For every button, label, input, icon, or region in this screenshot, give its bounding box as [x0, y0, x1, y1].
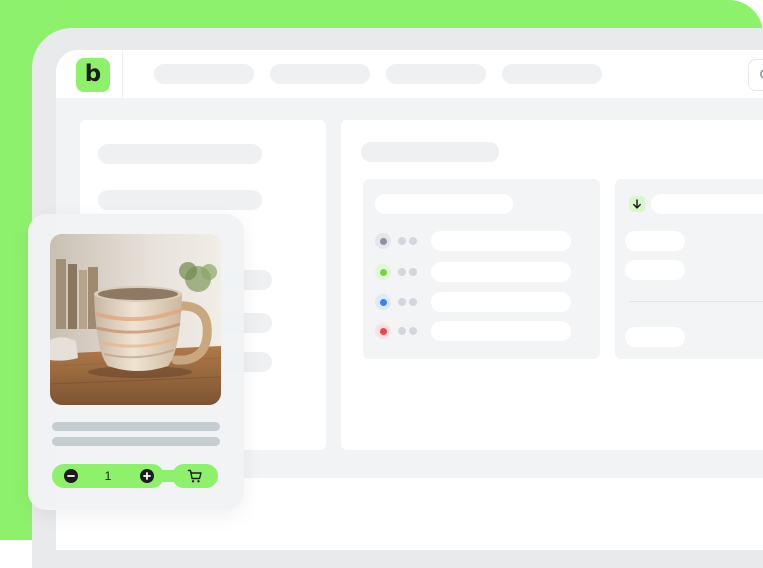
- panel-title: [361, 142, 499, 162]
- meta-dot: [409, 298, 417, 306]
- logo-divider: [122, 50, 123, 98]
- product-image: [50, 234, 221, 405]
- meta-dot: [398, 268, 406, 276]
- mug-illustration: [50, 234, 221, 405]
- status-dot: [379, 268, 387, 276]
- details-card: [615, 179, 763, 359]
- meta-dot: [409, 327, 417, 335]
- detail-tag: [625, 260, 685, 280]
- status-dot: [379, 327, 387, 335]
- main-panel: [341, 120, 763, 450]
- nav-item-3[interactable]: [386, 64, 486, 84]
- status-indicator: [375, 233, 391, 249]
- brand-logo[interactable]: b: [76, 58, 110, 92]
- status-indicator: [375, 264, 391, 280]
- search-button[interactable]: [748, 59, 763, 91]
- status-indicator: [375, 323, 391, 339]
- brand-logo-letter: b: [84, 60, 102, 87]
- top-bar: b: [56, 50, 763, 99]
- meta-dot: [409, 237, 417, 245]
- nav-item-4[interactable]: [502, 64, 602, 84]
- meta-dot: [398, 298, 406, 306]
- divider: [629, 301, 763, 302]
- increment-button[interactable]: [140, 469, 154, 483]
- sidebar-item[interactable]: [98, 144, 262, 164]
- detail-tag: [625, 327, 685, 347]
- list-item[interactable]: [375, 231, 575, 251]
- status-dot: [379, 237, 387, 245]
- product-title-line: [52, 422, 220, 431]
- list-item[interactable]: [375, 262, 575, 282]
- list-item[interactable]: [375, 321, 575, 341]
- quantity-value: 1: [104, 469, 112, 483]
- quantity-stepper: 1: [52, 464, 164, 488]
- product-card: 1: [28, 214, 244, 510]
- list-item-label: [431, 231, 571, 251]
- status-indicator: [375, 294, 391, 310]
- list-item-label: [431, 292, 571, 312]
- list-item-label: [431, 321, 571, 341]
- details-header: [651, 194, 763, 214]
- search-icon: [760, 69, 763, 79]
- meta-dot: [398, 327, 406, 335]
- meta-dot: [398, 237, 406, 245]
- nav-item-2[interactable]: [270, 64, 370, 84]
- nav-item-1[interactable]: [154, 64, 254, 84]
- arrow-down-icon: [633, 199, 641, 209]
- minus-icon: [67, 475, 75, 477]
- card-header: [375, 194, 513, 214]
- sidebar-item[interactable]: [98, 190, 262, 210]
- status-dot: [379, 298, 387, 306]
- detail-tag: [625, 231, 685, 251]
- list-item[interactable]: [375, 292, 575, 312]
- status-list-card: [363, 179, 600, 359]
- plus-icon: [143, 472, 151, 480]
- list-item-label: [431, 262, 571, 282]
- download-button[interactable]: [629, 196, 645, 212]
- meta-dot: [409, 268, 417, 276]
- cart-icon: [187, 469, 202, 483]
- decrement-button[interactable]: [64, 469, 78, 483]
- product-subtitle-line: [52, 437, 220, 446]
- add-to-cart-button[interactable]: [172, 464, 218, 488]
